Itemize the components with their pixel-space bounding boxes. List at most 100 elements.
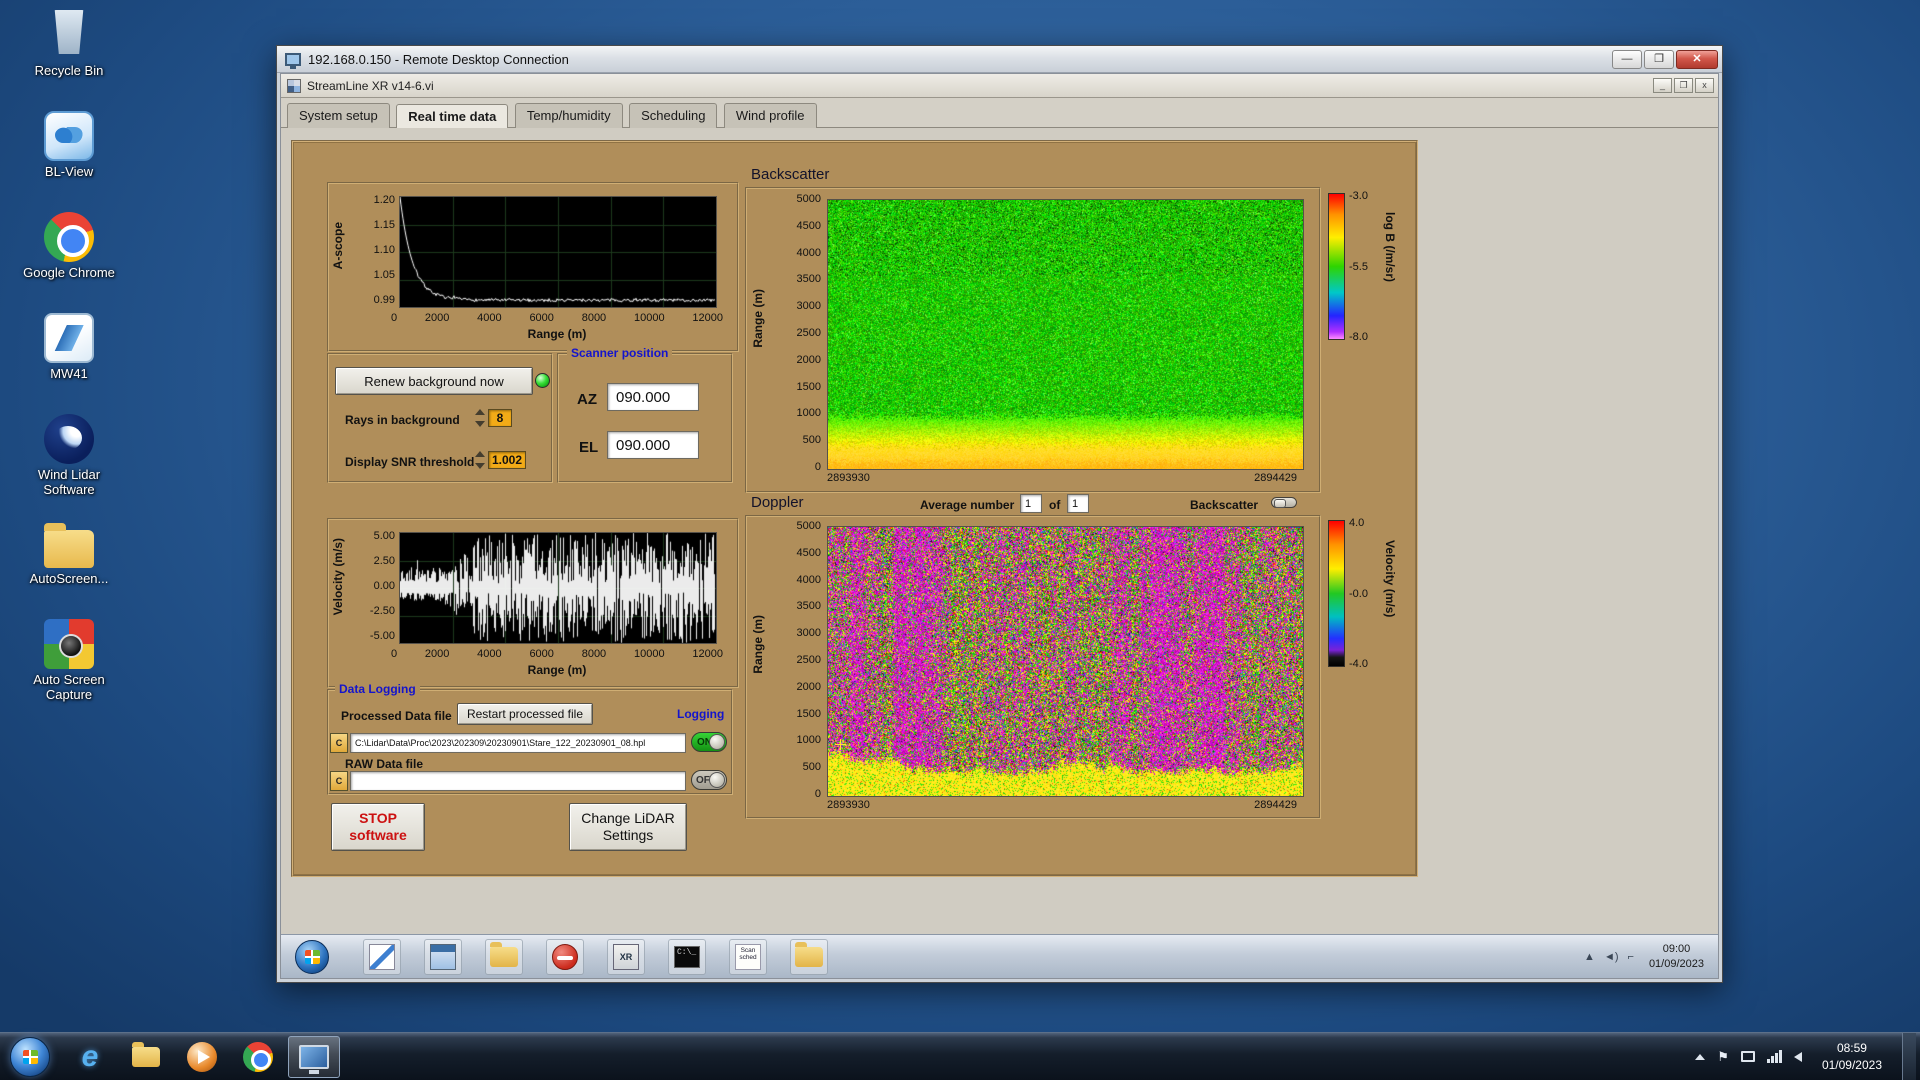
doppler-title: Doppler: [751, 494, 804, 511]
tab-temp-humidity[interactable]: Temp/humidity: [514, 103, 623, 128]
raw-drive-selector[interactable]: C: [330, 771, 348, 791]
y-tick: 0.00: [373, 580, 395, 592]
tray-display-icon[interactable]: [1740, 1051, 1755, 1062]
y-tick: 1500: [796, 707, 821, 720]
desktop-icon-label: Wind Lidar Software: [37, 466, 101, 497]
labview-app-icon: [287, 78, 301, 93]
taskbar-clock-date: 01/09/2023: [1821, 1057, 1882, 1072]
y-tick: 3500: [796, 273, 821, 286]
app-close-button[interactable]: x: [1695, 78, 1714, 93]
rdp-taskbar-console[interactable]: C:\_: [668, 938, 706, 975]
rdp-taskbar-xr-app[interactable]: XR: [607, 938, 645, 975]
y-tick: 4500: [796, 546, 821, 559]
processed-logging-toggle[interactable]: ON: [691, 732, 727, 752]
el-value[interactable]: 090.000: [607, 431, 699, 459]
close-button[interactable]: ✕: [1676, 49, 1718, 69]
action-center-flag-icon[interactable]: ⚑: [1717, 1049, 1729, 1065]
start-button[interactable]: [10, 1036, 50, 1077]
desktop-icon-label: Auto Screen Capture: [33, 671, 105, 702]
rdp-taskbar-scan-sched[interactable]: Scan sched: [729, 938, 767, 975]
rdp-taskbar-calculator[interactable]: [424, 938, 462, 975]
processed-drive-selector[interactable]: C: [330, 733, 348, 753]
rdp-window-title: 192.168.0.150 - Remote Desktop Connectio…: [308, 51, 569, 67]
maximize-button[interactable]: ❐: [1644, 49, 1674, 69]
desktop-icon-mw41[interactable]: MW41: [14, 312, 124, 382]
average-total-value[interactable]: 1: [1067, 494, 1089, 513]
processed-path-field[interactable]: C:\Lidar\Data\Proc\2023\202309\20230901\…: [350, 733, 686, 753]
y-tick: -2.50: [369, 605, 395, 617]
renew-background-button[interactable]: Renew background now: [335, 367, 533, 395]
rdp-taskbar-power[interactable]: [546, 938, 584, 975]
desktop-icon-bl-view[interactable]: BL-View: [14, 110, 124, 180]
taskbar-clock-time: 08:59: [1836, 1041, 1867, 1056]
bl-view-icon: [44, 110, 94, 161]
rdp-start-button[interactable]: [295, 939, 329, 974]
rdp-client-area: StreamLine XR v14-6.vi _ ❐ x System setu…: [280, 73, 1719, 979]
colorbar-tick: 4.0: [1349, 517, 1365, 529]
snr-value[interactable]: 1.002: [488, 451, 526, 469]
show-desktop-button[interactable]: [1902, 1033, 1916, 1080]
y-tick: -5.00: [369, 630, 395, 642]
tray-network-icon[interactable]: [1766, 1050, 1782, 1063]
desktop-icon-wind-lidar[interactable]: Wind Lidar Software: [14, 413, 124, 498]
tab-wind-profile[interactable]: Wind profile: [723, 103, 817, 128]
y-tick: 500: [802, 761, 821, 774]
rdp-taskbar-folder[interactable]: [485, 938, 523, 975]
taskbar-explorer[interactable]: [120, 1036, 172, 1078]
app-minimize-button[interactable]: _: [1653, 78, 1672, 93]
of-label: of: [1049, 498, 1061, 512]
rdp-tray-network-icon[interactable]: ⌐: [1628, 951, 1634, 963]
app-titlebar[interactable]: StreamLine XR v14-6.vi _ ❐ x: [281, 74, 1718, 98]
change-lidar-settings-button[interactable]: Change LiDAR Settings: [569, 803, 687, 851]
ascope-yticks: 1.20 1.15 1.10 1.05 0.99: [353, 194, 395, 306]
backscatter-x-right: 2894429: [1254, 472, 1297, 484]
desktop-icon-google-chrome[interactable]: Google Chrome: [14, 211, 124, 281]
tray-chevron-icon[interactable]: [1695, 1053, 1706, 1060]
data-logging-group: Data Logging Processed Data file Restart…: [327, 682, 733, 795]
rdp-titlebar[interactable]: 192.168.0.150 - Remote Desktop Connectio…: [277, 46, 1722, 73]
taskbar-media-player[interactable]: [176, 1036, 228, 1078]
rdp-tray-chevron-icon[interactable]: ▲: [1584, 951, 1595, 963]
rays-value[interactable]: 8: [488, 409, 512, 427]
average-number-value[interactable]: 1: [1020, 494, 1042, 513]
velocity-xlabel: Range (m): [527, 663, 587, 677]
tab-system-setup[interactable]: System setup: [287, 103, 390, 128]
scan-sched-icon: Scan sched: [735, 943, 761, 970]
colorbar-tick: -5.5: [1349, 260, 1368, 273]
taskbar-internet-explorer[interactable]: e: [64, 1036, 116, 1078]
rdp-taskbar-paint[interactable]: [363, 938, 401, 975]
raw-logging-toggle[interactable]: OFF: [691, 770, 727, 790]
desktop-icon-auto-screen-capture[interactable]: Auto Screen Capture: [14, 618, 124, 703]
app-title: StreamLine XR v14-6.vi: [307, 78, 434, 93]
y-tick: 0: [814, 460, 821, 473]
chrome-icon: [44, 211, 94, 262]
x-tick: 8000: [581, 648, 607, 660]
rdp-taskbar-folder-2[interactable]: [790, 938, 828, 975]
colorbar-tick: -8.0: [1349, 331, 1368, 343]
rdp-clock[interactable]: 09:00 01/09/2023: [1643, 942, 1710, 971]
y-tick: 1.15: [373, 219, 395, 231]
taskbar-chrome[interactable]: [232, 1036, 284, 1078]
rays-spinner[interactable]: [475, 409, 486, 427]
doppler-heatmap-canvas[interactable]: [827, 526, 1304, 797]
ascope-xlabel: Range (m): [527, 327, 587, 341]
tray-volume-icon[interactable]: [1793, 1051, 1802, 1062]
taskbar-rdp-active[interactable]: [288, 1035, 340, 1078]
restart-processed-file-button[interactable]: Restart processed file: [457, 703, 593, 725]
az-value[interactable]: 090.000: [607, 383, 699, 411]
desktop-icon-autoscreen[interactable]: AutoScreen...: [14, 522, 124, 587]
stop-software-button[interactable]: STOP software: [331, 803, 425, 851]
minimize-button[interactable]: —: [1612, 49, 1642, 69]
backscatter-toggle[interactable]: [1271, 497, 1297, 508]
desktop-icon-recycle-bin[interactable]: Recycle Bin: [14, 10, 124, 79]
snr-spinner[interactable]: [475, 451, 486, 469]
rdp-tray-volume-icon[interactable]: ◄): [1604, 951, 1619, 963]
tab-real-time-data[interactable]: Real time data: [396, 104, 509, 130]
internet-explorer-icon: e: [81, 1039, 99, 1073]
backscatter-heatmap-canvas[interactable]: [827, 199, 1304, 470]
raw-path-field[interactable]: [350, 771, 686, 791]
app-restore-button[interactable]: ❐: [1674, 78, 1693, 93]
tab-scheduling[interactable]: Scheduling: [629, 103, 718, 128]
y-tick: 5000: [796, 520, 821, 532]
taskbar-clock[interactable]: 08:59 01/09/2023: [1814, 1040, 1890, 1072]
